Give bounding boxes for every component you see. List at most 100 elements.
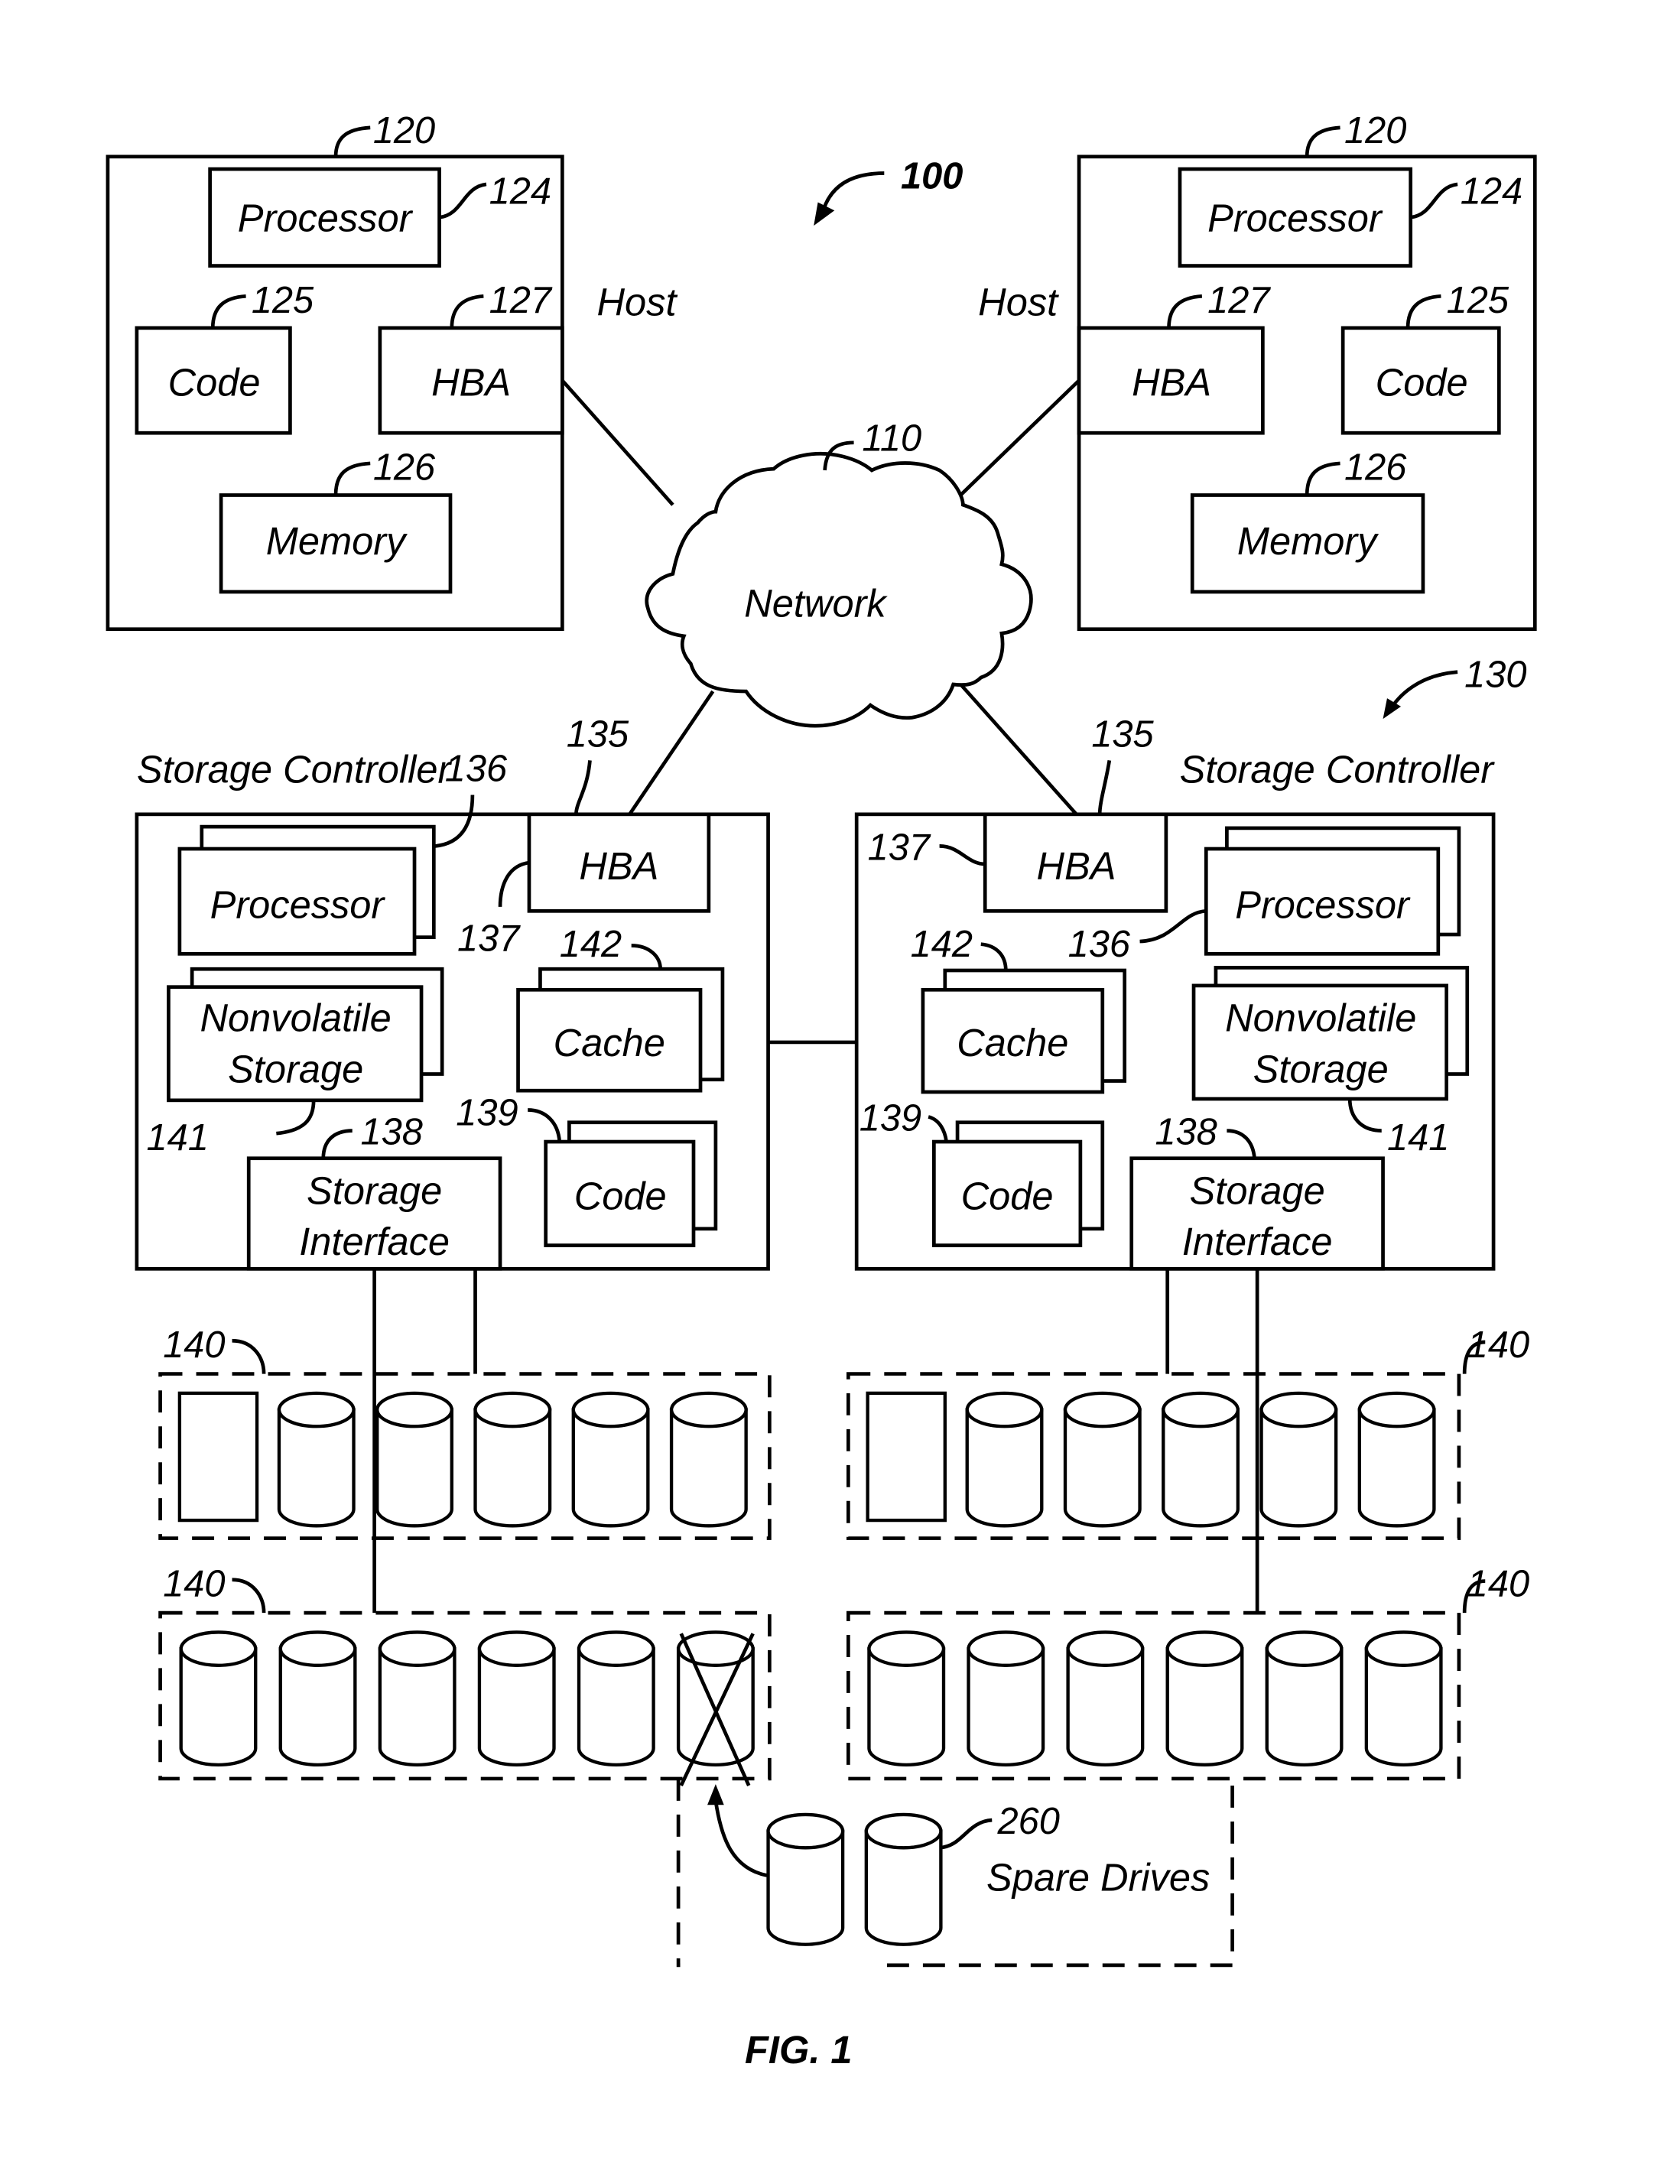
host-memory-ref: 126 xyxy=(1344,447,1407,489)
controller-processor-label: Processor xyxy=(1235,882,1411,926)
controller-storage-interface-line1: Storage xyxy=(307,1168,442,1212)
controller-hba-ref: 135 xyxy=(567,713,629,755)
enclosure-ref: 140 xyxy=(163,1324,225,1366)
host-left: 120 Processor 124 Code 125 HBA 127 Memor… xyxy=(106,110,564,632)
disk-drive[interactable] xyxy=(1165,1630,1244,1767)
disk-drive[interactable] xyxy=(967,1630,1045,1767)
storage-system-diagram: 100 120 Processor 124 Code 125 HBA 127 M… xyxy=(106,110,1537,2072)
host-right: 120 Processor 124 HBA 127 Code 125 Memor… xyxy=(1077,110,1537,632)
disk-drive[interactable] xyxy=(965,1391,1044,1528)
host-code-ref: 125 xyxy=(252,280,314,321)
controller-storage-interface-ref: 138 xyxy=(361,1112,423,1153)
failed-disk-drive[interactable] xyxy=(676,1630,755,1786)
controller-right: HBA 135 137 Processor 136 Cache 142 Nonv… xyxy=(854,713,1496,1271)
disk-drive[interactable] xyxy=(1259,1391,1338,1528)
controller-storage-interface-line1: Storage xyxy=(1190,1168,1325,1212)
spare-drives-label: Spare Drives xyxy=(986,1855,1210,1899)
arrow-head-icon xyxy=(814,202,835,226)
controller-left: 136 Processor HBA 135 137 Nonvolatile St… xyxy=(135,713,770,1271)
enclosure-ref: 140 xyxy=(163,1563,225,1604)
controller-cache-label: Cache xyxy=(957,1021,1068,1064)
disk-drive[interactable] xyxy=(1265,1630,1344,1767)
disk-drive[interactable] xyxy=(1066,1630,1145,1767)
controller-nvs-label-line2: Storage xyxy=(228,1047,363,1090)
spare-disk-drive[interactable] xyxy=(766,1812,845,1946)
host-memory-label: Memory xyxy=(266,519,408,563)
controller-left-title: Storage Controller xyxy=(137,747,453,791)
spare-drives-pool: 260 Spare Drives xyxy=(676,1778,1234,1968)
controller-nvs-label-line2: Storage xyxy=(1253,1047,1389,1090)
disk-drive[interactable] xyxy=(1162,1391,1240,1528)
link-host-left-network xyxy=(561,379,674,506)
controller-cache-label: Cache xyxy=(554,1021,665,1064)
host-hba-label: HBA xyxy=(1132,360,1211,404)
enclosure-top-left: 140 xyxy=(158,1324,772,1540)
enclosure-bottom-right: 140 xyxy=(846,1563,1529,1781)
system-ref-label: 100 xyxy=(901,155,963,197)
controller-storage-interface-line2: Interface xyxy=(1182,1220,1333,1263)
spare-disk-drive[interactable] xyxy=(864,1812,943,1946)
disk-drive[interactable] xyxy=(378,1630,457,1767)
link-network-controller-left xyxy=(627,690,715,817)
host-left-title: Host xyxy=(597,281,678,324)
disk-drive[interactable] xyxy=(473,1391,552,1528)
controller-storage-interface-ref: 138 xyxy=(1155,1112,1217,1153)
controller-code-label: Code xyxy=(961,1175,1054,1218)
controller-processor-label: Processor xyxy=(210,882,386,926)
replace-arrow-icon xyxy=(707,1784,724,1805)
disk-drive[interactable] xyxy=(571,1391,650,1528)
spare-drives-ref: 260 xyxy=(996,1801,1059,1842)
host-memory-ref: 126 xyxy=(373,447,436,489)
disk-drive[interactable] xyxy=(375,1391,453,1528)
controller-processor-ref: 136 xyxy=(1068,924,1131,965)
network-label: Network xyxy=(744,581,888,625)
host-hba-ref: 127 xyxy=(489,280,553,321)
controller-cache-ref: 142 xyxy=(560,924,622,965)
host-right-title: Host xyxy=(978,281,1059,324)
drive-enclosures: 140 140 140 140 xyxy=(158,1324,1529,1786)
host-ref: 120 xyxy=(1344,110,1406,151)
disk-drive[interactable] xyxy=(1364,1630,1443,1767)
controller-hba-label: HBA xyxy=(579,844,658,888)
enclosure-bottom-left: 140 xyxy=(158,1563,772,1786)
controller-code-ref: 139 xyxy=(456,1092,518,1133)
disk-drive[interactable] xyxy=(1063,1391,1142,1528)
disk-drive[interactable] xyxy=(577,1630,655,1767)
host-processor-ref: 124 xyxy=(489,171,551,212)
controller-cache-ref: 142 xyxy=(911,924,973,965)
host-ref: 120 xyxy=(373,110,435,151)
network-cloud[interactable]: Network xyxy=(645,452,1033,728)
disk-drive[interactable] xyxy=(277,1391,356,1528)
controller-nvs-label-line1: Nonvolatile xyxy=(200,996,392,1040)
disk-drive[interactable] xyxy=(179,1630,258,1767)
controller-code-label: Code xyxy=(574,1175,667,1218)
solid-state-drive[interactable] xyxy=(177,1391,259,1523)
controller-hba-port-ref: 137 xyxy=(868,827,931,868)
link-network-controller-right xyxy=(951,674,1080,817)
controller-group-reference: 130 xyxy=(1383,655,1527,720)
system-reference: 100 xyxy=(814,155,963,226)
host-processor-label: Processor xyxy=(1207,196,1383,239)
network-ref: 110 xyxy=(862,418,921,460)
controller-hba-label: HBA xyxy=(1036,844,1116,888)
host-processor-ref: 124 xyxy=(1461,171,1522,212)
controller-right-title: Storage Controller xyxy=(1180,747,1496,791)
solid-state-drive[interactable] xyxy=(866,1391,947,1523)
controller-group-ref-label: 130 xyxy=(1464,655,1526,696)
disk-drive[interactable] xyxy=(867,1630,946,1767)
controller-hba-port-ref: 137 xyxy=(457,918,521,960)
disk-drive[interactable] xyxy=(278,1630,357,1767)
host-code-label: Code xyxy=(1376,360,1468,404)
host-hba-ref: 127 xyxy=(1207,280,1271,321)
host-processor-label: Processor xyxy=(238,196,414,239)
host-hba-label: HBA xyxy=(431,360,511,404)
controller-processor-ref: 136 xyxy=(445,748,508,789)
disk-drive[interactable] xyxy=(669,1391,748,1528)
controller-code-ref: 139 xyxy=(859,1098,921,1139)
disk-drive[interactable] xyxy=(477,1630,556,1767)
figure-caption: FIG. 1 xyxy=(745,2028,853,2072)
controller-nvs-ref: 141 xyxy=(147,1117,209,1159)
host-memory-label: Memory xyxy=(1237,519,1379,563)
disk-drive[interactable] xyxy=(1357,1391,1436,1528)
controller-storage-interface-line2: Interface xyxy=(299,1220,450,1263)
